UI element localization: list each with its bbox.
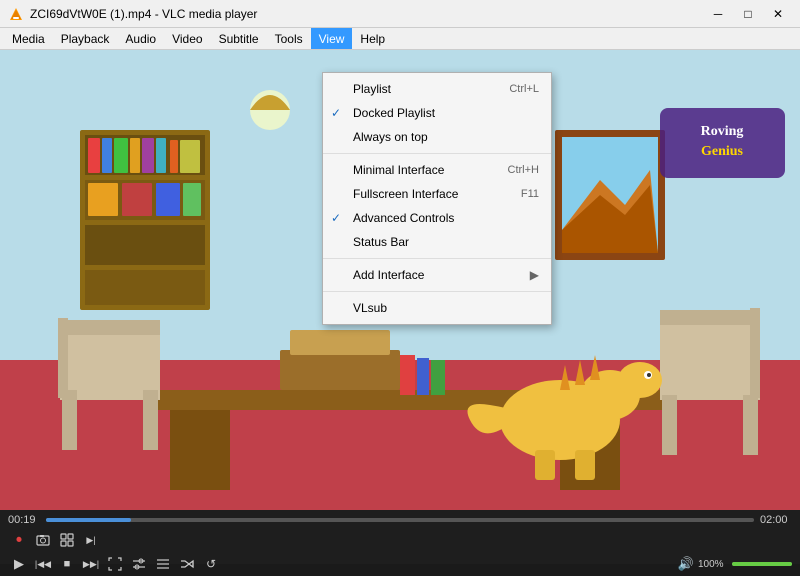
volume-icon[interactable]: 🔊 — [678, 556, 694, 572]
video-area: Roving Genius Playlist Ctrl+L ✓ Docked P… — [0, 50, 800, 510]
loop-btn[interactable]: ↺ — [200, 554, 222, 574]
menu-always-on-top[interactable]: Always on top — [323, 125, 551, 149]
stop-btn[interactable]: ■ — [56, 554, 78, 574]
volume-track[interactable] — [732, 562, 792, 566]
app-icon — [8, 6, 24, 22]
current-time: 00:19 — [8, 514, 40, 526]
progress-bar-area: 00:19 02:00 — [0, 510, 800, 528]
view-dropdown-menu: Playlist Ctrl+L ✓ Docked Playlist Always… — [322, 72, 552, 325]
menu-help[interactable]: Help — [352, 28, 393, 49]
menu-add-interface[interactable]: Add Interface ▶ — [323, 263, 551, 287]
prev-btn[interactable]: |◀◀ — [32, 554, 54, 574]
extended-btn[interactable] — [56, 530, 78, 550]
play-btn[interactable]: ▶ — [8, 554, 30, 574]
total-time: 02:00 — [760, 514, 792, 526]
menu-advanced-controls[interactable]: ✓ Advanced Controls — [323, 206, 551, 230]
menu-video[interactable]: Video — [164, 28, 210, 49]
volume-label: 100% — [698, 559, 728, 570]
menu-docked-playlist[interactable]: ✓ Docked Playlist — [323, 101, 551, 125]
menu-bar: Media Playback Audio Video Subtitle Tool… — [0, 28, 800, 50]
volume-area: 🔊 100% — [678, 556, 792, 572]
svg-text:Roving: Roving — [701, 124, 744, 139]
fullscreen-btn[interactable] — [104, 554, 126, 574]
menu-audio[interactable]: Audio — [117, 28, 164, 49]
menu-separator-2 — [323, 258, 551, 259]
menu-subtitle[interactable]: Subtitle — [211, 28, 267, 49]
window-title: ZCI69dVtW0E (1).mp4 - VLC media player — [30, 7, 704, 21]
menu-view[interactable]: View — [311, 28, 353, 49]
snapshot-btn[interactable] — [32, 530, 54, 550]
progress-fill — [46, 518, 131, 522]
playlist-view-btn[interactable] — [152, 554, 174, 574]
progress-track[interactable] — [46, 518, 754, 522]
menu-playlist[interactable]: Playlist Ctrl+L — [323, 77, 551, 101]
menu-media[interactable]: Media — [4, 28, 53, 49]
controls-area: 00:19 02:00 ⏺ ▶| ▶ |◀◀ ■ — [0, 510, 800, 564]
menu-vlsub[interactable]: VLsub — [323, 296, 551, 320]
close-btn[interactable]: ✕ — [764, 4, 792, 24]
menu-playback[interactable]: Playback — [53, 28, 118, 49]
menu-separator-3 — [323, 291, 551, 292]
record-btn[interactable]: ⏺ — [8, 530, 30, 550]
main-controls-row: ▶ |◀◀ ■ ▶▶| — [0, 552, 800, 576]
svg-text:Genius: Genius — [701, 144, 744, 159]
frame-next-btn[interactable]: ▶| — [80, 530, 102, 550]
submenu-arrow-icon: ▶ — [530, 268, 539, 282]
menu-fullscreen-interface[interactable]: Fullscreen Interface F11 — [323, 182, 551, 206]
window-controls: ─ □ ✕ — [704, 4, 792, 24]
menu-separator-1 — [323, 153, 551, 154]
advanced-controls-row: ⏺ ▶| — [0, 528, 800, 552]
maximize-btn[interactable]: □ — [734, 4, 762, 24]
title-bar: ZCI69dVtW0E (1).mp4 - VLC media player ─… — [0, 0, 800, 28]
menu-tools[interactable]: Tools — [267, 28, 311, 49]
extended-settings-btn[interactable] — [128, 554, 150, 574]
menu-status-bar[interactable]: Status Bar — [323, 230, 551, 254]
next-btn[interactable]: ▶▶| — [80, 554, 102, 574]
menu-minimal-interface[interactable]: Minimal Interface Ctrl+H — [323, 158, 551, 182]
random-btn[interactable] — [176, 554, 198, 574]
minimize-btn[interactable]: ─ — [704, 4, 732, 24]
volume-fill — [732, 562, 792, 566]
